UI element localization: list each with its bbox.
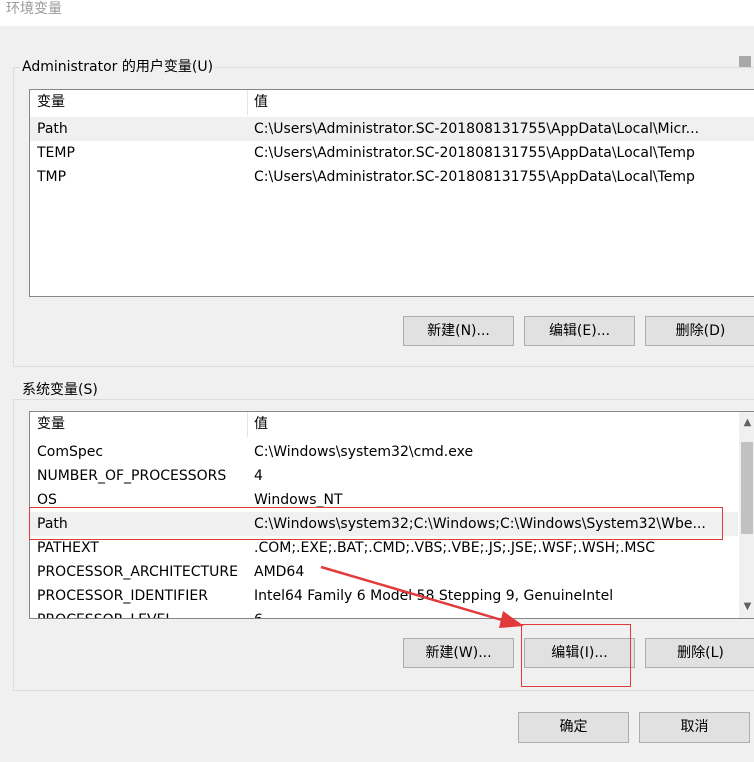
system-vars-list-header: 变量 值: [30, 412, 738, 437]
list-item-system-pathext[interactable]: PATHEXT .COM;.EXE;.BAT;.CMD;.VBS;.VBE;.J…: [30, 536, 738, 560]
list-item-user-tmp[interactable]: TMP C:\Users\Administrator.SC-2018081317…: [30, 165, 754, 189]
variable-name: Path: [37, 121, 68, 137]
list-item-system-comspec[interactable]: ComSpec C:\Windows\system32\cmd.exe: [30, 440, 738, 464]
variable-value: C:\Users\Administrator.SC-201808131755\A…: [254, 169, 695, 185]
variable-value: 4: [254, 468, 263, 484]
list-item-system-processor-level[interactable]: PROCESSOR_LEVEL 6: [30, 608, 738, 618]
variable-value: C:\Users\Administrator.SC-201808131755\A…: [254, 145, 695, 161]
system-delete-button[interactable]: 删除(L): [645, 638, 754, 668]
system-new-button[interactable]: 新建(W)...: [403, 638, 514, 668]
system-edit-button[interactable]: 编辑(I)...: [524, 638, 635, 668]
variable-name: Path: [37, 516, 68, 532]
list-item-system-processor-identifier[interactable]: PROCESSOR_IDENTIFIER Intel64 Family 6 Mo…: [30, 584, 738, 608]
variable-name: TMP: [37, 169, 67, 185]
list-item-system-os[interactable]: OS Windows_NT: [30, 488, 738, 512]
list-item-user-temp[interactable]: TEMP C:\Users\Administrator.SC-201808131…: [30, 141, 754, 165]
system-vars-scrollbar-thumb[interactable]: [741, 442, 753, 534]
cancel-button[interactable]: 取消: [639, 712, 750, 743]
column-header-value[interactable]: 值: [248, 412, 728, 437]
variable-value: AMD64: [254, 564, 305, 580]
variable-value: .COM;.EXE;.BAT;.CMD;.VBS;.VBE;.JS;.JSE;.…: [254, 540, 656, 556]
column-header-variable[interactable]: 变量: [31, 90, 247, 115]
system-vars-scrollbar[interactable]: ▲ ▼: [739, 412, 754, 618]
list-item-user-path[interactable]: Path C:\Users\Administrator.SC-201808131…: [30, 117, 754, 141]
variable-value: C:\Windows\system32;C:\Windows;C:\Window…: [254, 516, 706, 532]
list-item-system-path[interactable]: Path C:\Windows\system32;C:\Windows;C:\W…: [30, 512, 738, 536]
variable-name: PROCESSOR_LEVEL: [37, 608, 173, 618]
user-new-button[interactable]: 新建(N)...: [403, 316, 514, 346]
dialog-body: Administrator 的用户变量(U) 变量 值 Path C:\User…: [0, 26, 754, 762]
scroll-up-arrow-icon[interactable]: ▲: [739, 414, 754, 431]
user-vars-group-label: Administrator 的用户变量(U): [20, 58, 216, 76]
user-vars-list-header: 变量 值: [30, 90, 754, 115]
variable-value: 6: [254, 608, 734, 618]
window-titlebar: 环境变量: [0, 0, 754, 26]
variable-name: TEMP: [37, 145, 75, 161]
scroll-down-arrow-icon[interactable]: ▼: [739, 598, 754, 615]
variable-value: C:\Users\Administrator.SC-201808131755\A…: [254, 121, 700, 137]
variable-name: NUMBER_OF_PROCESSORS: [37, 468, 227, 484]
variable-name: PROCESSOR_IDENTIFIER: [37, 588, 208, 604]
variable-value: Intel64 Family 6 Model 58 Stepping 9, Ge…: [254, 588, 614, 604]
variable-name: PROCESSOR_ARCHITECTURE: [37, 564, 238, 580]
system-vars-list[interactable]: 变量 值 ComSpec C:\Windows\system32\cmd.exe…: [29, 411, 754, 619]
list-item-system-number-of-processors[interactable]: NUMBER_OF_PROCESSORS 4: [30, 464, 738, 488]
column-header-variable[interactable]: 变量: [31, 412, 247, 437]
variable-name: PATHEXT: [37, 540, 99, 556]
column-header-value[interactable]: 值: [248, 90, 748, 115]
user-delete-button[interactable]: 删除(D): [645, 316, 754, 346]
variable-name: OS: [37, 492, 57, 508]
system-vars-group-label: 系统变量(S): [20, 381, 100, 399]
variable-value: Windows_NT: [254, 492, 343, 508]
variable-value: C:\Windows\system32\cmd.exe: [254, 444, 474, 460]
ok-button[interactable]: 确定: [518, 712, 629, 743]
list-item-system-processor-architecture[interactable]: PROCESSOR_ARCHITECTURE AMD64: [30, 560, 738, 584]
user-vars-list[interactable]: 变量 值 Path C:\Users\Administrator.SC-2018…: [29, 89, 754, 297]
variable-name: ComSpec: [37, 444, 104, 460]
window-title: 环境变量: [6, 1, 62, 17]
user-edit-button[interactable]: 编辑(E)...: [524, 316, 635, 346]
